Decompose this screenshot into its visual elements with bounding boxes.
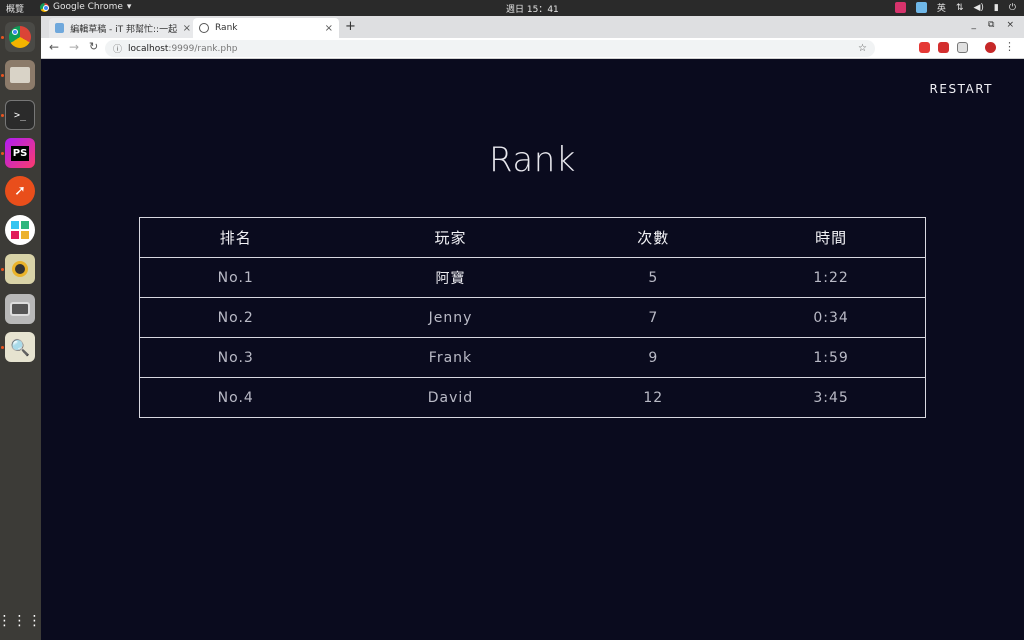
tab-ithome-draft[interactable]: 編輯草稿 - iT 邦幫忙::一起幫 × [49, 18, 197, 38]
input-method-indicator[interactable]: 英 [937, 1, 946, 14]
rank-page: RESTART Rank 排名 玩家 次數 時間 No.1 阿寶 5 1:22 … [41, 60, 1024, 640]
slack-icon [11, 221, 29, 239]
terminal-icon: >_ [13, 109, 27, 121]
browser-tab-bar: 編輯草稿 - iT 邦幫忙::一起幫 × Rank × + _ ⧉ × [41, 16, 1024, 38]
reload-icon[interactable]: ↻ [89, 40, 98, 53]
close-icon[interactable]: × [325, 23, 333, 34]
cell-player: David [331, 377, 570, 418]
volume-icon[interactable]: ◀) [973, 3, 983, 13]
cell-player: Jenny [331, 297, 570, 338]
chevron-down-icon: ▾ [126, 2, 132, 12]
table-row: No.2 Jenny 7 0:34 [139, 297, 926, 338]
dock-files[interactable] [5, 60, 35, 90]
system-tray: 英 ⇅ ◀) ▮ ⏻ [894, 1, 1016, 14]
browser-toolbar: ← → ↻ ⓘ localhost:9999/rank.php ☆ ⋮ [41, 38, 1024, 59]
info-icon[interactable]: ⓘ [113, 42, 122, 55]
postman-icon: ➚ [14, 183, 26, 199]
magnifier-icon: 🔍 [10, 337, 30, 357]
header-rank: 排名 [139, 217, 332, 258]
ithome-favicon-icon [55, 23, 65, 33]
new-tab-button[interactable]: + [345, 19, 356, 34]
dock-terminal[interactable]: >_ [5, 100, 35, 130]
cell-time: 1:22 [737, 257, 926, 298]
youtube-extension-icon[interactable] [938, 42, 949, 53]
kebab-menu-icon[interactable]: ⋮ [1004, 40, 1015, 53]
app-menu[interactable]: Google Chrome ▾ [40, 2, 131, 12]
system-top-bar: 概覽 Google Chrome ▾ 週日 15：41 英 ⇅ ◀) ▮ ⏻ [0, 0, 1024, 16]
tray-app-icon[interactable] [894, 2, 906, 13]
cell-rank: No.1 [139, 257, 332, 298]
cell-count: 5 [569, 257, 738, 298]
dock-postman[interactable]: ➚ [5, 176, 35, 206]
address-bar[interactable]: ⓘ localhost:9999/rank.php ☆ [105, 40, 875, 57]
close-icon[interactable]: × [183, 23, 191, 34]
minimize-icon[interactable]: _ [972, 20, 977, 30]
power-menu-icon[interactable]: ⏻ [1009, 3, 1016, 13]
cell-rank: No.4 [139, 377, 332, 418]
running-indicator [1, 36, 4, 39]
globe-icon [199, 23, 209, 33]
running-indicator [1, 268, 4, 271]
extension-icon[interactable] [919, 42, 930, 53]
running-indicator [1, 346, 4, 349]
rank-table: 排名 玩家 次數 時間 No.1 阿寶 5 1:22 No.2 Jenny 7 … [139, 217, 926, 418]
url-host: localhost [128, 43, 169, 54]
file-cabinet-icon [10, 67, 30, 83]
battery-icon[interactable]: ▮ [994, 3, 999, 13]
cell-rank: No.3 [139, 337, 332, 378]
running-indicator [1, 114, 4, 117]
header-time: 時間 [737, 217, 926, 258]
profile-avatar[interactable] [985, 42, 996, 53]
restart-button[interactable]: RESTART [930, 82, 993, 96]
forward-arrow-icon[interactable]: → [69, 40, 79, 54]
show-applications-button[interactable]: ⋮⋮⋮ [0, 606, 42, 636]
slack-tray-icon[interactable] [915, 2, 927, 13]
cell-count: 7 [569, 297, 738, 338]
activities-button[interactable]: 概覽 [6, 2, 24, 15]
cell-time: 0:34 [737, 297, 926, 338]
close-icon[interactable]: × [1006, 20, 1014, 30]
tab-title: Rank [215, 23, 238, 33]
app-grid-icon: ⋮⋮⋮ [0, 613, 43, 629]
running-indicator [1, 152, 4, 155]
table-header-row: 排名 玩家 次數 時間 [139, 217, 926, 258]
cell-rank: No.2 [139, 297, 332, 338]
clock[interactable]: 週日 15：41 [506, 2, 559, 15]
header-count: 次數 [569, 217, 738, 258]
camera-icon [10, 302, 30, 316]
window-controls: _ ⧉ × [972, 20, 1014, 30]
dock-chrome[interactable] [5, 22, 35, 52]
launcher-dock: >_ PS ➚ 🔍 ⋮⋮⋮ [0, 16, 42, 640]
cell-player: 阿寶 [331, 257, 570, 298]
chrome-icon [40, 2, 49, 12]
url-path: :9999/rank.php [168, 43, 238, 54]
header-player: 玩家 [331, 217, 570, 258]
chrome-icon [9, 26, 31, 48]
tab-rank[interactable]: Rank × [193, 18, 339, 38]
network-icon[interactable]: ⇅ [956, 3, 964, 13]
cell-count: 12 [569, 377, 738, 418]
dock-screenshot[interactable] [5, 294, 35, 324]
dock-slack[interactable] [5, 215, 35, 245]
cell-count: 9 [569, 337, 738, 378]
bookmark-star-icon[interactable]: ☆ [858, 43, 867, 54]
dock-image-viewer[interactable]: 🔍 [5, 332, 35, 362]
page-title: Rank [489, 140, 576, 180]
dock-rhythmbox[interactable] [5, 254, 35, 284]
cell-player: Frank [331, 337, 570, 378]
phpstorm-icon: PS [10, 145, 30, 161]
cell-time: 1:59 [737, 337, 926, 378]
table-row: No.4 David 12 3:45 [139, 377, 926, 418]
tab-title: 編輯草稿 - iT 邦幫忙::一起幫 [70, 24, 177, 35]
extension-icon[interactable] [957, 42, 968, 53]
table-row: No.3 Frank 9 1:59 [139, 337, 926, 378]
running-indicator [1, 74, 4, 77]
restore-icon[interactable]: ⧉ [988, 20, 994, 30]
app-menu-label: Google Chrome [53, 2, 123, 12]
speaker-icon [12, 261, 28, 277]
back-arrow-icon[interactable]: ← [49, 40, 59, 54]
dock-phpstorm[interactable]: PS [5, 138, 35, 168]
cell-time: 3:45 [737, 377, 926, 418]
table-row: No.1 阿寶 5 1:22 [139, 257, 926, 298]
